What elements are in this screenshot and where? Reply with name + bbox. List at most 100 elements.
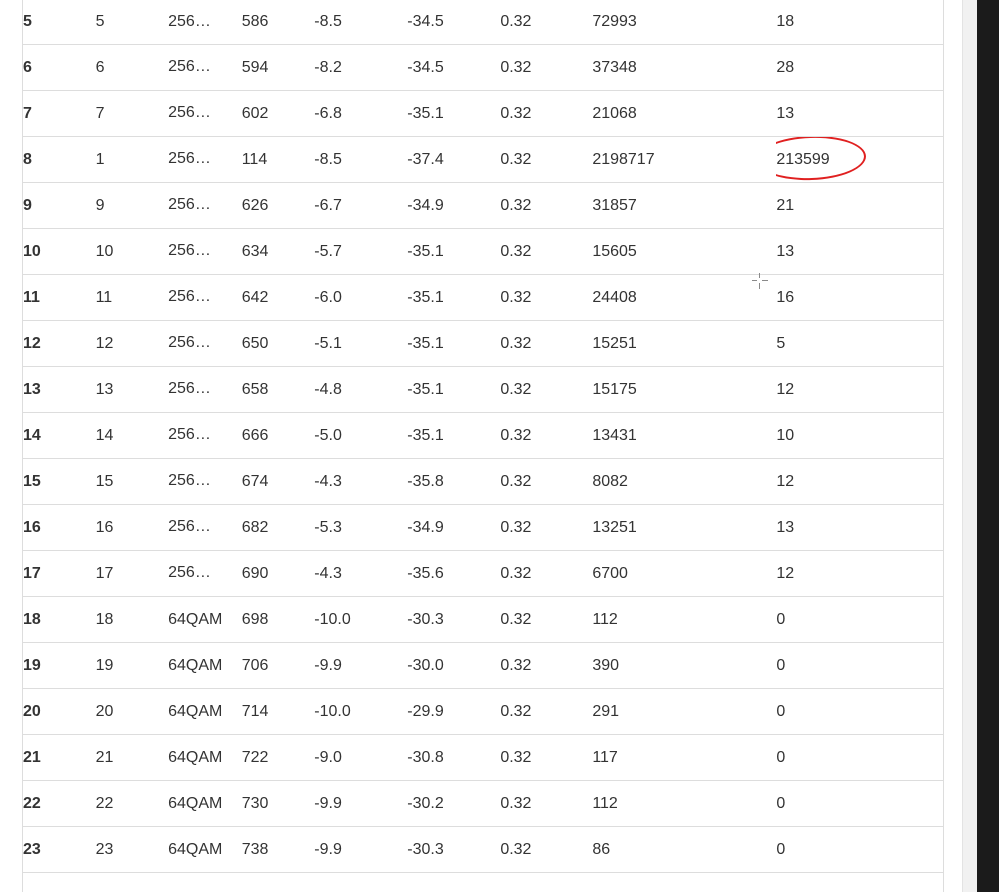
rate-cell-text: 0.32 [500, 288, 532, 306]
corrected-errors-cell: 24408 [592, 274, 777, 321]
corrected-errors-cell-text: 112 [592, 794, 618, 812]
corrected-errors-cell-text: 13431 [592, 426, 637, 444]
corrected-errors-cell-text: 72993 [592, 13, 637, 30]
rate-cell-text: 0.32 [500, 58, 532, 76]
channel-id-cell-text: 15 [95, 472, 114, 490]
uncorrectable-errors-cell: 16 [776, 274, 943, 321]
rate-cell: 0.32 [500, 550, 593, 597]
rate-cell-text: 0.32 [500, 518, 532, 536]
corrected-errors-cell-text: 15251 [592, 334, 637, 352]
channel-id-cell: 7 [95, 90, 169, 137]
frequency-cell-text: 730 [241, 794, 269, 812]
row-index-cell-text: 14 [23, 426, 41, 444]
rate-cell: 0.32 [500, 0, 593, 45]
corrected-errors-cell-text: 24408 [592, 288, 637, 306]
snr-cell-text: -30.2 [407, 794, 444, 812]
rate-cell: 0.32 [500, 228, 593, 275]
snr-cell: -30.0 [407, 642, 501, 689]
snr-cell-text: -35.1 [407, 380, 444, 398]
uncorrectable-errors-cell: 12 [776, 458, 943, 505]
corrected-errors-cell: 72993 [592, 0, 777, 45]
power-cell-text: -9.0 [314, 748, 342, 766]
row-index-cell: 20 [23, 688, 96, 735]
snr-cell: -30.3 [407, 826, 501, 873]
modulation-cell-text: 64QAM [168, 794, 223, 812]
modulation-cell-text: 256… [168, 564, 211, 582]
uncorrectable-errors-cell-text: 28 [776, 58, 795, 76]
modulation-cell-text: 256… [168, 288, 211, 306]
channel-id-cell-text: 20 [95, 702, 114, 720]
uncorrectable-errors-cell: 0 [776, 596, 943, 643]
rate-cell: 0.32 [500, 366, 593, 413]
modulation-cell-text: 256… [168, 196, 211, 214]
row-index-cell-text: 20 [23, 702, 41, 720]
frequency-cell: 706 [241, 642, 315, 689]
rate-cell-text: 0.32 [500, 656, 532, 674]
power-cell-text: -10.0 [314, 610, 351, 628]
uncorrectable-errors-cell-text: 5 [776, 334, 786, 352]
corrected-errors-cell: 31857 [592, 182, 777, 229]
modulation-cell: 256… [168, 274, 242, 321]
rate-cell: 0.32 [500, 642, 593, 689]
row-index-cell: 11 [23, 274, 96, 321]
frequency-cell-text: 586 [241, 13, 269, 30]
uncorrectable-errors-cell: 0 [776, 780, 943, 827]
channel-id-cell-text: 19 [95, 656, 114, 674]
table-row: 19 19 64QAM 706 -9.9 -30.0 0.32 390 0 [23, 642, 943, 689]
power-cell: -8.2 [314, 44, 408, 91]
frequency-cell: 114 [241, 136, 315, 183]
table-row: 20 20 64QAM 714 -10.0 -29.9 0.32 291 0 [23, 688, 943, 735]
snr-cell-text: -30.3 [407, 840, 444, 858]
power-cell-text: -4.8 [314, 380, 342, 398]
channel-id-cell-text: 1 [95, 150, 105, 168]
table-row: 6 6 256… 594 -8.2 -34.5 0.32 37348 28 [23, 44, 943, 91]
scrollbar-track[interactable] [962, 0, 978, 892]
channel-id-cell-text: 6 [95, 58, 105, 76]
channel-id-cell-text: 21 [95, 748, 114, 766]
power-cell-text: -5.7 [314, 242, 342, 260]
frequency-cell: 666 [241, 412, 315, 459]
table-row: 10 10 256… 634 -5.7 -35.1 0.32 15605 13 [23, 228, 943, 275]
power-cell-text: -9.9 [314, 794, 342, 812]
downstream-channel-table-container[interactable]: 5 5 256… 586 -8.5 -34.5 0.32 72993 18 6 6 256… 594 -8… [22, 0, 944, 892]
uncorrectable-errors-cell: 0 [776, 826, 943, 873]
modulation-cell-text: 64QAM [168, 702, 223, 720]
uncorrectable-errors-cell-text: 0 [776, 610, 786, 628]
snr-cell-text: -30.8 [407, 748, 444, 766]
snr-cell-text: -30.0 [407, 656, 444, 674]
modulation-cell-text: 256… [168, 150, 211, 168]
uncorrectable-errors-cell: 12 [776, 550, 943, 597]
row-index-cell: 9 [23, 182, 96, 229]
uncorrectable-errors-cell-text: 13 [776, 242, 795, 260]
frequency-cell-text: 698 [241, 610, 269, 628]
snr-cell: -35.1 [407, 228, 501, 275]
row-index-cell-text: 9 [23, 196, 32, 214]
row-index-cell-text: 10 [23, 242, 41, 260]
row-index-cell-text: 17 [23, 564, 41, 582]
frequency-cell-text: 114 [241, 150, 268, 168]
channel-id-cell: 9 [95, 182, 169, 229]
row-index-cell-text: 19 [23, 656, 41, 674]
frequency-cell-text: 634 [241, 242, 269, 260]
row-index-cell-text: 12 [23, 334, 41, 352]
snr-cell-text: -35.1 [407, 288, 444, 306]
highlight-annotation: 213599 [776, 136, 868, 182]
corrected-errors-cell-text: 86 [592, 840, 611, 858]
power-cell-text: -8.5 [314, 150, 342, 168]
power-cell: -8.5 [314, 136, 408, 183]
power-cell: -4.3 [314, 458, 408, 505]
row-index-cell: 10 [23, 228, 96, 275]
snr-cell-text: -35.1 [407, 426, 444, 444]
row-index-cell: 14 [23, 412, 96, 459]
rate-cell-text: 0.32 [500, 472, 532, 490]
table-row: 14 14 256… 666 -5.0 -35.1 0.32 13431 10 [23, 412, 943, 459]
table-row: 15 15 256… 674 -4.3 -35.8 0.32 8082 12 [23, 458, 943, 505]
row-index-cell: 12 [23, 320, 96, 367]
corrected-errors-cell: 15251 [592, 320, 777, 367]
frequency-cell-text: 642 [241, 288, 269, 306]
uncorrectable-errors-cell-text: 21 [776, 196, 795, 214]
channel-id-cell: 5 [95, 0, 169, 45]
row-index-cell: 5 [23, 0, 96, 45]
power-cell: -10.0 [314, 596, 408, 643]
channel-id-cell-text: 14 [95, 426, 114, 444]
